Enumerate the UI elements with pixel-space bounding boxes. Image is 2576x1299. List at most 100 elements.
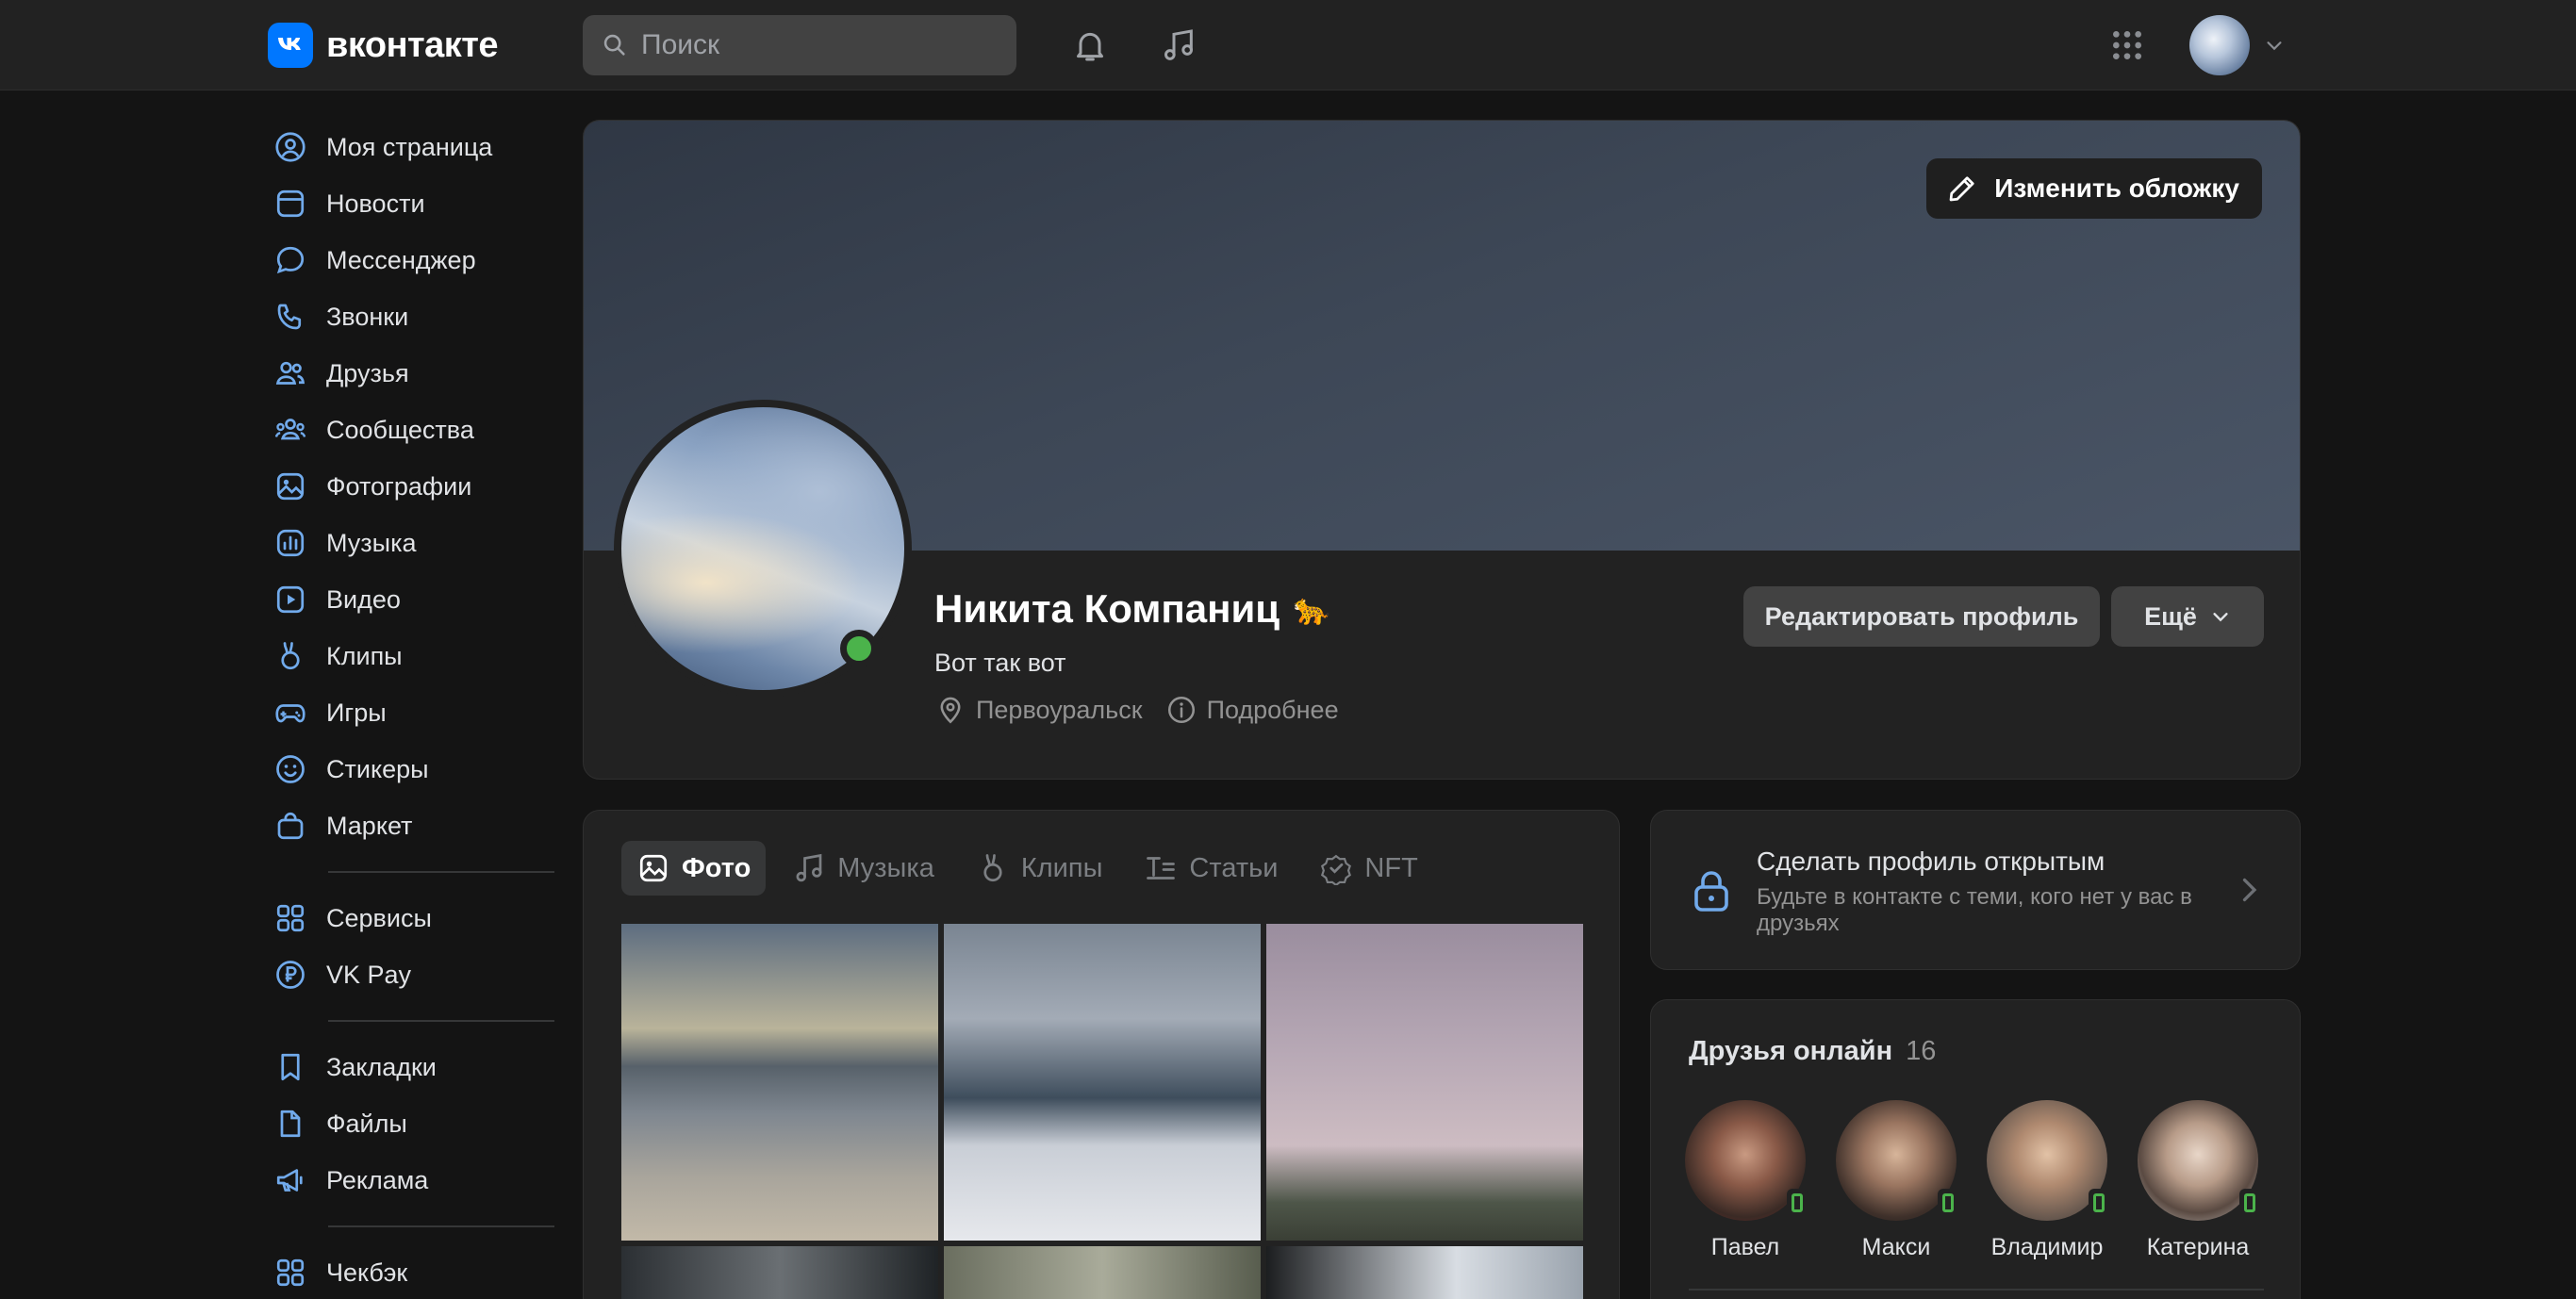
music-note-icon[interactable]: [1156, 23, 1201, 68]
sidebar-item-bookmarks[interactable]: Закладки: [268, 1039, 556, 1095]
sidebar-item-vk-pay[interactable]: VK Pay: [268, 946, 556, 1003]
message-bubble-icon: [272, 241, 309, 279]
lock-icon: [1694, 871, 1728, 912]
photo-thumbnail[interactable]: [621, 924, 938, 1241]
more-button[interactable]: Ещё: [2111, 586, 2264, 647]
friend-item[interactable]: Павел: [1670, 1100, 1821, 1261]
profile-avatar-menu[interactable]: [2189, 15, 2250, 75]
photo-thumbnail[interactable]: [944, 1246, 1261, 1299]
vk-logo[interactable]: вконтакте: [268, 23, 499, 68]
tab-nft[interactable]: NFT: [1304, 841, 1432, 896]
change-cover-label: Изменить обложку: [1994, 173, 2239, 203]
profile-more-info-label: Подробнее: [1206, 695, 1339, 724]
friends-online-count: 16: [1906, 1036, 1937, 1066]
article-icon: [1147, 857, 1176, 880]
photo-thumbnail[interactable]: [1266, 1246, 1583, 1299]
make-profile-public-title: Сделать профиль открытым: [1757, 847, 2105, 876]
sidebar-item-friends[interactable]: Друзья: [268, 345, 556, 402]
photo-thumbnail[interactable]: [944, 924, 1261, 1241]
profile-city[interactable]: Первоуральск: [934, 694, 1143, 726]
chevron-down-icon[interactable]: [2252, 23, 2297, 68]
search-icon: [603, 34, 625, 56]
make-profile-public-card[interactable]: Сделать профиль открытым Будьте в контак…: [1650, 810, 2301, 970]
edit-profile-button[interactable]: Редактировать профиль: [1743, 586, 2100, 647]
music-note-icon: [796, 853, 822, 882]
sidebar-item-label: VK Pay: [326, 960, 412, 989]
avatar: [1685, 1100, 1808, 1221]
vk-logo-icon: [268, 23, 313, 68]
tab-label: Фото: [682, 852, 751, 883]
services-icon: [272, 899, 309, 937]
sidebar-item-services[interactable]: Сервисы: [268, 890, 556, 946]
profile-city-label: Первоуральск: [976, 695, 1143, 724]
emoji-status-icon[interactable]: 🐆: [1293, 591, 1330, 627]
profile-more-info[interactable]: Подробнее: [1165, 694, 1339, 726]
sidebar-item-label: Файлы: [326, 1109, 407, 1138]
friend-name: Павел: [1710, 1234, 1780, 1260]
sidebar-item-ads[interactable]: Реклама: [268, 1152, 556, 1209]
logo-text: вконтакте: [326, 25, 499, 65]
profile-name-row: Никита Компаниц 🐆: [934, 586, 1330, 632]
tab-articles[interactable]: Статьи: [1129, 841, 1293, 896]
sidebar-divider: [328, 1020, 554, 1022]
sidebar-item-stickers[interactable]: Стикеры: [268, 741, 556, 797]
apps-grid-icon[interactable]: [2105, 23, 2150, 68]
sidebar-item-clips[interactable]: Клипы: [268, 628, 556, 684]
avatar: [1836, 1100, 1958, 1221]
sidebar-item-calls[interactable]: Звонки: [268, 288, 556, 345]
video-icon: [272, 581, 309, 618]
friends-online-title: Друзья онлайн: [1689, 1036, 1893, 1066]
sidebar-item-music[interactable]: Музыка: [268, 515, 556, 571]
search-input[interactable]: [641, 29, 999, 61]
friend-name: Владимир: [1990, 1234, 2104, 1260]
sidebar-item-video[interactable]: Видео: [268, 571, 556, 628]
sidebar-item-news[interactable]: Новости: [268, 175, 556, 232]
tab-label: Клипы: [1020, 852, 1103, 883]
sidebar-item-label: Маркет: [326, 811, 413, 840]
photo-thumbnail[interactable]: [1266, 924, 1583, 1241]
friend-item[interactable]: Макси: [1821, 1100, 1972, 1261]
sidebar-item-market[interactable]: Маркет: [268, 797, 556, 854]
notifications-bell-icon[interactable]: [1067, 23, 1113, 68]
sidebar-item-messenger[interactable]: Мессенджер: [268, 232, 556, 288]
search-box[interactable]: [583, 15, 1016, 75]
change-cover-button[interactable]: Изменить обложку: [1926, 158, 2262, 219]
tab-label: Статьи: [1189, 852, 1279, 883]
sidebar-item-label: Друзья: [326, 358, 409, 387]
music-icon: [272, 524, 309, 562]
sidebar-item-label: Закладки: [326, 1052, 437, 1081]
sidebar-item-games[interactable]: Игры: [268, 684, 556, 741]
phone-icon: [272, 298, 309, 336]
sidebar-divider: [328, 871, 554, 873]
sidebar-item-label: Сообщества: [326, 415, 474, 444]
sidebar-item-my-page[interactable]: Моя страница: [268, 119, 556, 175]
friend-item[interactable]: Владимир: [1972, 1100, 2122, 1261]
pencil-icon: [1949, 176, 1974, 202]
sidebar-item-checkback[interactable]: Чекбэк: [268, 1244, 556, 1299]
sidebar-item-communities[interactable]: Сообщества: [268, 402, 556, 458]
friends-online-header[interactable]: Друзья онлайн 16: [1689, 1036, 1936, 1067]
friends-online-list: Павел Макси Владимир Катерина: [1670, 1100, 2273, 1261]
user-circle-icon: [272, 128, 309, 166]
friend-item[interactable]: Катерина: [2122, 1100, 2273, 1261]
tab-clips[interactable]: Клипы: [961, 841, 1118, 896]
tab-music[interactable]: Музыка: [777, 841, 949, 896]
sidebar-item-label: Мессенджер: [326, 245, 476, 274]
newsfeed-icon: [272, 185, 309, 222]
mobile-online-icon: [1938, 1189, 1958, 1217]
megaphone-icon: [272, 1161, 309, 1199]
checkback-icon: [272, 1254, 309, 1291]
sidebar-item-label: Музыка: [326, 528, 417, 557]
sidebar-item-photos[interactable]: Фотографии: [268, 458, 556, 515]
nft-badge-icon: [1321, 854, 1352, 885]
profile-card: Изменить обложку Никита Компаниц 🐆 Вот т…: [583, 120, 2301, 780]
tab-photo[interactable]: Фото: [621, 841, 767, 896]
sidebar-item-label: Видео: [326, 584, 401, 614]
sidebar-item-label: Клипы: [326, 641, 403, 670]
friends-online-card: Друзья онлайн 16 Павел Макси Владимир Ка…: [1650, 999, 2301, 1299]
sidebar-item-files[interactable]: Файлы: [268, 1095, 556, 1152]
profile-name: Никита Компаниц: [934, 586, 1280, 631]
profile-status[interactable]: Вот так вот: [934, 649, 1066, 678]
photo-thumbnail[interactable]: [621, 1246, 938, 1299]
ruble-icon: [272, 956, 309, 994]
